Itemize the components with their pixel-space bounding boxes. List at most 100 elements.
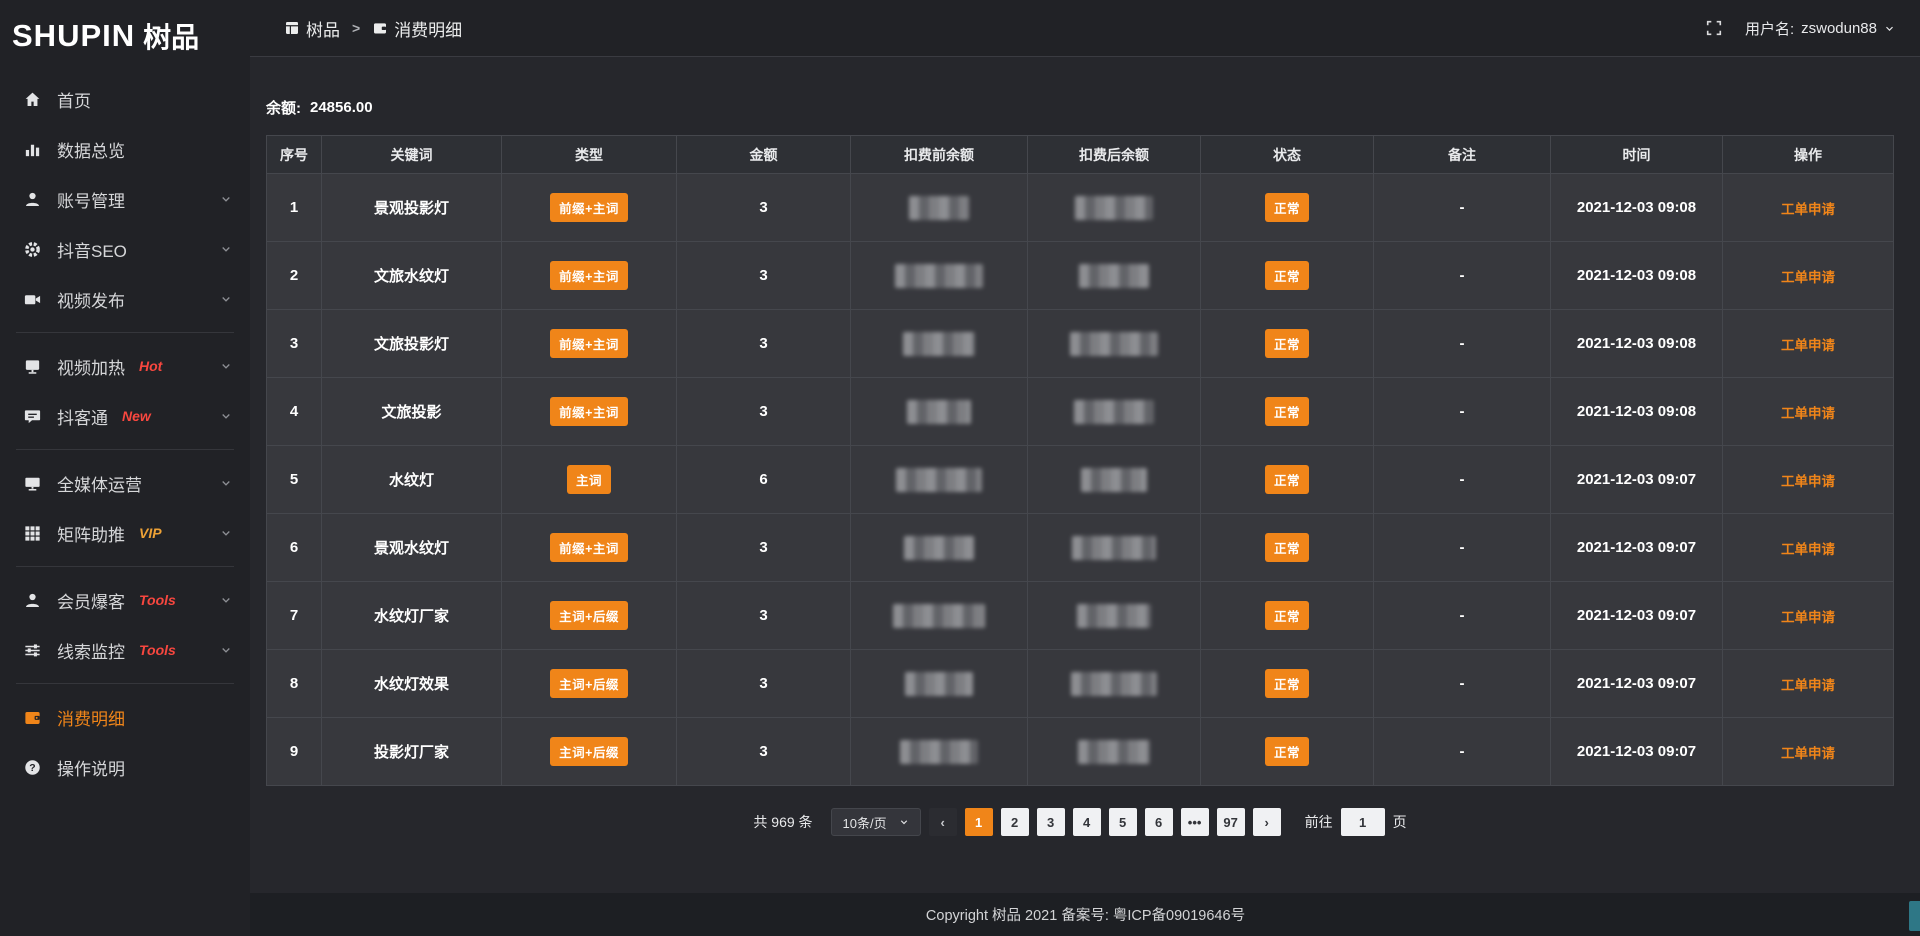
sidebar-divider — [16, 332, 234, 333]
cell-type: 前缀+主词 — [502, 174, 677, 242]
breadcrumb-home[interactable]: 树品 — [284, 16, 340, 41]
page-size-select[interactable]: 10条/页 — [831, 808, 921, 836]
cell-amount: 3 — [677, 650, 851, 718]
work-order-link[interactable]: 工单申请 — [1781, 406, 1835, 421]
chevron-down-icon — [220, 360, 232, 372]
cell-type: 前缀+主词 — [502, 378, 677, 446]
sidebar-item-member-burst[interactable]: 会员爆客 Tools — [0, 575, 250, 625]
cell-amount: 3 — [677, 378, 851, 446]
cell-remark: - — [1374, 514, 1551, 582]
masked-value — [1081, 468, 1147, 492]
sidebar-item-matrix-boost[interactable]: 矩阵助推 VIP — [0, 508, 250, 558]
sidebar-item-instructions[interactable]: ? 操作说明 — [0, 742, 250, 792]
chevron-down-icon — [1884, 23, 1895, 34]
balance-row: 余额: 24856.00 — [266, 97, 1894, 117]
cell-type: 主词+后缀 — [502, 582, 677, 650]
breadcrumb-current[interactable]: 消费明细 — [372, 16, 462, 41]
page-button-97[interactable]: 97 — [1217, 808, 1245, 836]
corner-widget — [1909, 901, 1920, 931]
cell-index: 6 — [267, 514, 322, 582]
cell-balance-after — [1028, 446, 1201, 514]
cell-balance-after — [1028, 650, 1201, 718]
sidebar-item-douyin-seo[interactable]: 抖音SEO — [0, 224, 250, 274]
work-order-link[interactable]: 工单申请 — [1781, 610, 1835, 625]
cell-time: 2021-12-03 09:07 — [1551, 582, 1723, 650]
sidebar-divider — [16, 683, 234, 684]
work-order-link[interactable]: 工单申请 — [1781, 270, 1835, 285]
cell-balance-after — [1028, 310, 1201, 378]
sidebar-item-home[interactable]: 首页 — [0, 74, 250, 124]
sidebar-item-consumption-detail[interactable]: 消费明细 — [0, 692, 250, 742]
cell-status: 正常 — [1201, 242, 1374, 310]
chevron-down-icon — [220, 644, 232, 656]
bar-chart-icon — [22, 139, 42, 159]
topbar-right: 用户名: zswodun88 — [1705, 18, 1895, 39]
col-header-balance-before: 扣费前余额 — [851, 136, 1028, 174]
cell-balance-after — [1028, 242, 1201, 310]
sidebar-item-douketong[interactable]: 抖客通 New — [0, 391, 250, 441]
sidebar-item-lead-monitor[interactable]: 线索监控 Tools — [0, 625, 250, 675]
sidebar-item-video-publish[interactable]: 视频发布 — [0, 274, 250, 324]
cell-status: 正常 — [1201, 582, 1374, 650]
goto-page-input[interactable] — [1341, 808, 1385, 836]
col-header-index: 序号 — [267, 136, 322, 174]
page-button-2[interactable]: 2 — [1001, 808, 1029, 836]
page-button-4[interactable]: 4 — [1073, 808, 1101, 836]
tools-tag: Tools — [139, 592, 176, 608]
fullscreen-icon[interactable] — [1705, 19, 1723, 37]
status-badge: 正常 — [1265, 601, 1309, 630]
prev-page-button[interactable]: ‹ — [929, 808, 957, 836]
work-order-link[interactable]: 工单申请 — [1781, 338, 1835, 353]
page-ellipsis-button[interactable]: ••• — [1181, 808, 1209, 836]
cell-type: 前缀+主词 — [502, 242, 677, 310]
chevron-down-icon — [899, 817, 909, 827]
sidebar-item-video-heat[interactable]: 视频加热 Hot — [0, 341, 250, 391]
work-order-link[interactable]: 工单申请 — [1781, 474, 1835, 489]
sidebar-item-all-media[interactable]: 全媒体运营 — [0, 458, 250, 508]
brand-logo-text-en: SHUPIN — [12, 18, 135, 54]
user-menu[interactable]: 用户名: zswodun88 — [1745, 18, 1895, 39]
cell-keyword: 景观水纹灯 — [322, 514, 502, 582]
cell-amount: 3 — [677, 174, 851, 242]
col-header-remark: 备注 — [1374, 136, 1551, 174]
cell-keyword: 水纹灯厂家 — [322, 582, 502, 650]
cell-time: 2021-12-03 09:08 — [1551, 378, 1723, 446]
cell-action: 工单申请 — [1723, 378, 1894, 446]
type-badge: 前缀+主词 — [550, 261, 628, 290]
col-header-time: 时间 — [1551, 136, 1723, 174]
breadcrumb-separator: > — [352, 20, 360, 36]
work-order-link[interactable]: 工单申请 — [1781, 746, 1835, 761]
work-order-link[interactable]: 工单申请 — [1781, 542, 1835, 557]
work-order-link[interactable]: 工单申请 — [1781, 678, 1835, 693]
copyright-text: Copyright 树品 2021 备案号: 粤ICP备09019646号 — [926, 904, 1245, 925]
chat-bubble-icon — [22, 406, 42, 426]
cell-remark: - — [1374, 378, 1551, 446]
sidebar-item-account-management[interactable]: 账号管理 — [0, 174, 250, 224]
status-badge: 正常 — [1265, 533, 1309, 562]
page-size-value: 10条/页 — [843, 813, 887, 832]
work-order-link[interactable]: 工单申请 — [1781, 202, 1835, 217]
next-page-button[interactable]: › — [1253, 808, 1281, 836]
page-button-1[interactable]: 1 — [965, 808, 993, 836]
page-button-5[interactable]: 5 — [1109, 808, 1137, 836]
cell-amount: 3 — [677, 310, 851, 378]
sidebar-item-label: 会员爆客 — [57, 588, 125, 613]
sidebar-item-data-overview[interactable]: 数据总览 — [0, 124, 250, 174]
sidebar-item-label: 操作说明 — [57, 755, 125, 780]
screen-play-icon — [22, 356, 42, 376]
sidebar-item-label: 抖客通 — [57, 404, 108, 429]
table-row: 9 投影灯厂家 主词+后缀 3 正常 - 2021-12-03 09:07 工单… — [267, 718, 1894, 786]
masked-value — [905, 672, 973, 696]
cell-keyword: 文旅投影 — [322, 378, 502, 446]
status-badge: 正常 — [1265, 465, 1309, 494]
type-badge: 前缀+主词 — [550, 193, 628, 222]
page-button-3[interactable]: 3 — [1037, 808, 1065, 836]
cell-type: 前缀+主词 — [502, 514, 677, 582]
cell-status: 正常 — [1201, 718, 1374, 786]
cell-time: 2021-12-03 09:08 — [1551, 174, 1723, 242]
col-header-keyword: 关键词 — [322, 136, 502, 174]
page-button-6[interactable]: 6 — [1145, 808, 1173, 836]
pagination-total: 共 969 条 — [753, 812, 812, 832]
window-grid-icon — [284, 20, 300, 36]
sidebar-item-label: 数据总览 — [57, 137, 125, 162]
